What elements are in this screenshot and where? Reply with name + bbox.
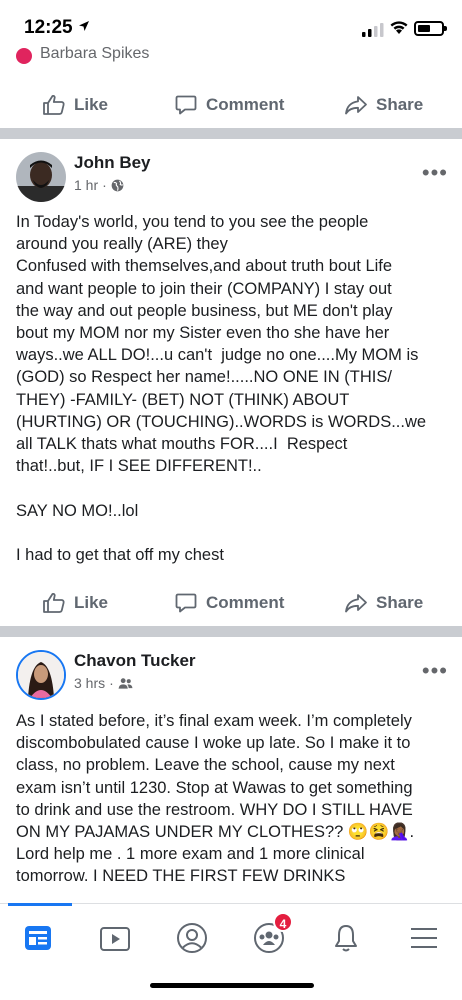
menu-tab[interactable]: [404, 918, 444, 958]
share-button[interactable]: Share: [344, 93, 423, 117]
share-label: Share: [376, 593, 424, 612]
notifications-icon: [335, 925, 357, 952]
avatar[interactable]: [16, 650, 66, 700]
post-header: John Bey 1 hr · •••: [0, 152, 462, 212]
post-meta: 1 hr ·: [74, 177, 124, 193]
reactor-name: Barbara Spikes: [40, 45, 150, 62]
menu-icon: [411, 928, 437, 948]
post-header: Chavon Tucker 3 hrs · •••: [0, 650, 462, 710]
previous-post-action-bar: Like Comment Share: [0, 80, 462, 130]
groups-tab[interactable]: 4: [249, 912, 293, 958]
notification-badge: 4: [273, 912, 293, 932]
thumbs-up-icon: [43, 94, 65, 115]
home-indicator[interactable]: [150, 983, 314, 988]
share-label: Share: [376, 95, 424, 114]
cellular-signal-icon: [362, 23, 384, 37]
share-button[interactable]: Share: [344, 591, 423, 615]
more-options-icon[interactable]: •••: [422, 658, 448, 684]
like-label: Like: [74, 95, 109, 114]
post-time[interactable]: 1 hr: [74, 177, 98, 193]
avatar-photo: [18, 652, 64, 698]
comment-button[interactable]: Comment: [174, 591, 284, 615]
like-label: Like: [74, 593, 109, 612]
globe-icon: [111, 179, 124, 191]
notifications-tab[interactable]: [326, 918, 366, 958]
post-separator: [0, 128, 462, 139]
location-arrow-icon: [79, 21, 89, 31]
active-tab-indicator: [8, 903, 72, 906]
watch-tab[interactable]: [95, 918, 135, 958]
love-reaction-icon: [16, 48, 32, 64]
comment-button[interactable]: Comment: [174, 93, 284, 117]
author-name[interactable]: John Bey: [74, 153, 151, 173]
comment-icon: [175, 593, 197, 613]
comment-label: Comment: [206, 593, 285, 612]
status-time: 12:25: [24, 17, 73, 38]
profile-icon: [177, 923, 207, 953]
post-text: In Today's world, you tend to you see th…: [16, 213, 427, 565]
watch-icon: [100, 927, 130, 951]
like-button[interactable]: Like: [42, 93, 108, 117]
share-icon: [345, 96, 367, 115]
comment-label: Comment: [206, 95, 285, 114]
thumbs-up-icon: [43, 592, 65, 613]
post-time[interactable]: 3 hrs: [74, 675, 105, 691]
friends-icon: [118, 677, 133, 689]
post-meta: 3 hrs ·: [74, 675, 133, 691]
news-feed-icon: [25, 926, 51, 950]
more-options-icon[interactable]: •••: [422, 160, 448, 186]
post-separator: [0, 626, 462, 637]
like-button[interactable]: Like: [42, 591, 108, 615]
news-feed-tab[interactable]: [18, 918, 58, 958]
post-action-bar: Like Comment Share: [0, 578, 462, 628]
wifi-icon: [390, 21, 408, 34]
author-name[interactable]: Chavon Tucker: [74, 651, 196, 671]
avatar-photo: [16, 152, 66, 202]
avatar[interactable]: [16, 152, 66, 202]
profile-tab[interactable]: [172, 918, 212, 958]
comment-icon: [175, 95, 197, 115]
battery-icon: [414, 21, 447, 36]
share-icon: [345, 594, 367, 613]
post-text: As I stated before, it’s final exam week…: [16, 712, 415, 886]
previous-post-reactions[interactable]: Barbara Spikes: [0, 42, 462, 66]
